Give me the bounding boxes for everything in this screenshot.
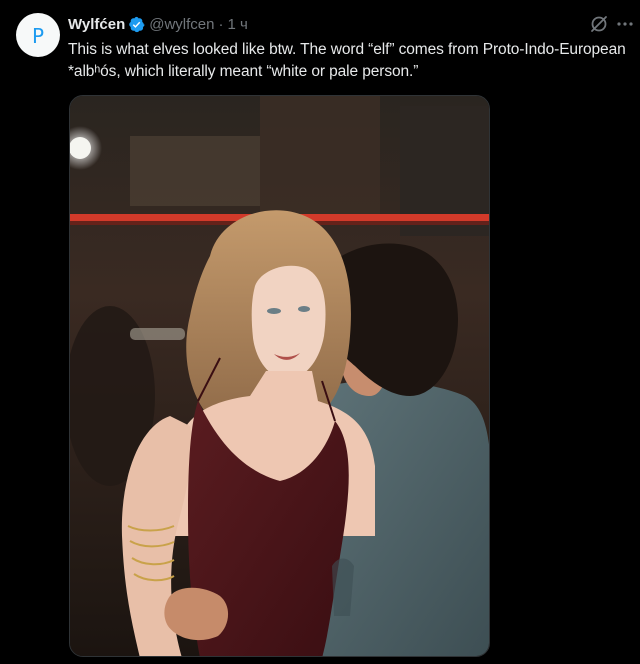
tweet[interactable]: P Wylfćen @wylfcen · 1 ч This is what el…	[0, 0, 640, 664]
handle[interactable]: @wylfcen	[149, 16, 214, 33]
grok-icon[interactable]	[589, 14, 609, 34]
avatar[interactable]: P	[16, 13, 60, 57]
avatar-rune-icon: P	[32, 24, 44, 48]
tweet-photo[interactable]	[69, 95, 490, 657]
separator-dot: ·	[218, 15, 224, 33]
tweet-header: Wylfćen @wylfcen · 1 ч	[68, 14, 248, 34]
timestamp[interactable]: 1 ч	[228, 16, 248, 33]
display-name[interactable]: Wylfćen	[68, 16, 125, 33]
svg-text:P: P	[32, 24, 44, 48]
verified-badge-icon[interactable]	[128, 16, 145, 33]
more-icon[interactable]	[614, 14, 636, 34]
photo-illustration	[70, 96, 489, 656]
tweet-text: This is what elves looked like btw. The …	[68, 41, 626, 80]
